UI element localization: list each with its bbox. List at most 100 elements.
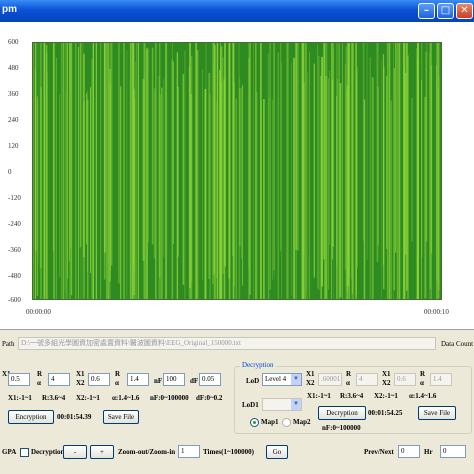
signal-streak [388,42,391,300]
map2-label: Map2 [293,418,311,426]
signal-streak [390,100,393,300]
path-field[interactable]: D:\一號多組光學圖資加密處置資料\醫波圖資料\EEG_Original_150… [18,337,436,350]
x2-input[interactable]: 0.6 [88,373,110,386]
dec-x1-input[interactable]: .60001 [318,373,342,386]
signal-streak [204,89,207,300]
alpha2-label: α [115,379,119,387]
signal-streak [163,79,165,258]
dec-alpha-input[interactable]: 1.4 [430,373,452,386]
hr-input[interactable]: 0 [398,445,420,458]
dec-r2-label: R [420,370,426,378]
signal-streak [36,96,39,296]
signal-streak [86,93,87,245]
signal-streak [196,50,199,300]
signal-streak [126,50,128,300]
signal-streak [111,42,113,266]
zoom-out-button[interactable]: - [63,445,87,459]
y-tick-label: 120 [8,142,19,150]
signal-plot-panel: 600 480 360 240 120 0 -120 -240 -360 -48… [0,22,474,330]
signal-streak [92,44,94,300]
zoom-in-button[interactable]: + [90,445,114,459]
df-input[interactable]: 0.05 [199,373,221,386]
close-button[interactable]: ✕ [456,3,473,19]
signal-streak [430,42,432,300]
signal-streak [159,94,161,300]
alpha-input[interactable]: 1.4 [127,373,149,386]
x-tick-label: 00:00:10 [424,308,449,316]
signal-streak [318,55,320,290]
signal-streak [269,42,271,290]
decryption-button[interactable]: Decryption [318,406,366,420]
signal-streak [132,42,134,300]
lod-select-value: Level 4 [265,375,287,383]
times-input[interactable]: 1 [178,445,200,458]
signal-streak [216,101,218,279]
decryption-checkbox[interactable] [20,448,29,457]
signal-streak [339,83,342,298]
times-label: Times(1~100000) [203,448,254,456]
lod-select[interactable]: Level 4 ▼ [262,373,302,386]
lod1-label: LoD1 [242,401,259,409]
x1-input[interactable]: 0.5 [8,373,30,386]
signal-streak [437,88,439,284]
signal-streak [309,51,310,300]
signal-streak [415,48,417,300]
signal-streak [307,71,309,300]
hint-alpha: α:1.4~1.6 [112,394,140,402]
y-tick-label: 240 [8,116,19,124]
decryption-checkbox-label: Decryption [31,448,65,456]
signal-streak [137,42,139,300]
signal-streak [62,42,65,300]
dec-x2b-label: X2 [382,379,391,387]
y-tick-label: -600 [8,296,21,304]
signal-streak [273,42,275,271]
min-input[interactable]: 0 [440,445,466,458]
go-button[interactable]: Go [266,445,288,459]
signal-streak [195,42,197,300]
signal-streak [382,54,385,265]
signal-streak [61,42,62,300]
dec-hint-x1: X1:-1~1 [307,392,331,400]
signal-streak [372,77,374,300]
encryption-save-button[interactable]: Save File [103,410,139,424]
y-tick-label: -240 [8,220,21,228]
decryption-time: 00:01:54.25 [368,409,403,417]
signal-streak [39,42,42,268]
minimize-button[interactable]: – [418,3,435,19]
signal-streak [386,42,388,300]
signal-streak [238,42,240,300]
map2-radio[interactable] [282,418,291,427]
signal-streak [425,51,427,242]
signal-streak [95,42,98,300]
data-count-label: Data Count [441,340,474,348]
signal-streak [426,42,428,242]
signal-streak [34,42,37,252]
signal-streak [120,86,122,300]
nf-input[interactable]: 100 [163,373,185,386]
signal-streak [70,42,73,296]
r-input[interactable]: 4 [48,373,70,386]
signal-streak [172,42,173,300]
maximize-button[interactable]: □ [437,3,454,19]
encryption-button[interactable]: Encryption [8,410,54,424]
signal-streak [325,76,328,300]
dec-hint-nf: nF:0~100000 [322,424,361,432]
signal-streak [411,98,413,242]
dec-r-input[interactable]: 4 [356,373,378,386]
signal-streak [291,62,293,297]
lod1-select[interactable]: ▼ [262,398,302,411]
map1-radio[interactable] [250,418,259,427]
signal-streak [90,87,92,273]
signal-streak [331,42,332,300]
signal-streak [293,57,296,300]
signal-streak [223,79,226,300]
signal-streak [235,98,237,300]
dec-x2-input[interactable]: 0.6 [394,373,416,386]
dec-x1-label: X1 [306,370,315,378]
signal-streak [91,59,93,300]
signal-streak [212,42,214,284]
signal-streak [336,42,338,268]
signal-streak [242,84,243,286]
decryption-save-button[interactable]: Save File [418,406,456,420]
signal-streak [172,61,174,244]
